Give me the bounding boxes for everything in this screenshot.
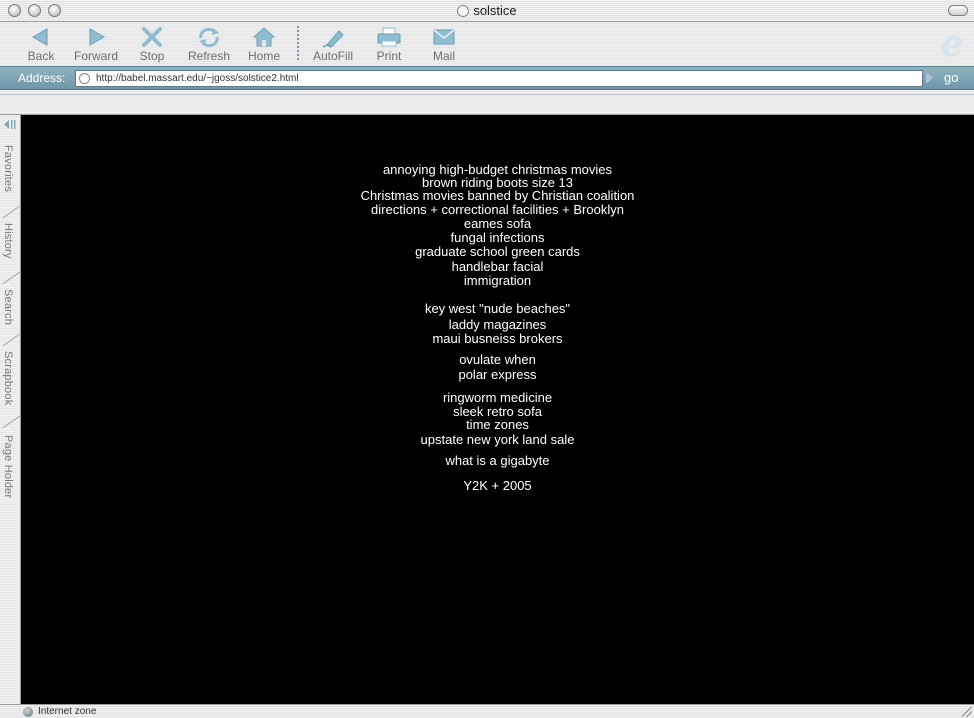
sidebar-tab-page-holder[interactable]: Page Holder: [2, 435, 18, 498]
stop-x-icon: [142, 27, 162, 47]
internet-zone-globe-icon: [23, 707, 33, 717]
query-line: fungal infections: [450, 230, 545, 245]
query-line: eames sofa: [463, 216, 532, 231]
query-line: ringworm medicine: [442, 390, 553, 405]
sidebar-tab-favorites[interactable]: Favorites: [2, 145, 18, 192]
query-line: laddy magazines: [448, 317, 547, 332]
stop-label: Stop: [139, 49, 165, 63]
home-button[interactable]: Home: [246, 24, 282, 64]
back-arrow-icon: [31, 28, 48, 46]
query-line: what is a gigabyte: [445, 453, 550, 468]
refresh-icon: [199, 27, 219, 48]
stop-button[interactable]: Stop: [136, 24, 168, 64]
printer-icon: [377, 27, 401, 47]
go-button[interactable]: go: [924, 67, 974, 89]
go-arrow-icon: [926, 72, 933, 84]
toolbar: Back Forward Stop Refresh Home AutoFill …: [0, 22, 974, 66]
sidebar-tab-label: Favorites: [2, 145, 14, 193]
sidebar-tab-scrapbook[interactable]: Scrapbook: [2, 351, 18, 405]
forward-button[interactable]: Forward: [72, 24, 120, 64]
forward-arrow-icon: [89, 28, 106, 46]
query-line: key west "nude beaches": [424, 301, 571, 316]
query-line: polar express: [458, 367, 537, 382]
status-bar: Internet zone: [0, 704, 974, 718]
window-title-text: solstice: [473, 3, 517, 18]
query-line: ovulate when: [459, 352, 536, 367]
page-globe-icon: [457, 5, 470, 17]
favorites-bar: [0, 90, 974, 115]
query-line: Christmas movies banned by Christian coa…: [360, 188, 635, 203]
resize-grip-icon[interactable]: [962, 707, 972, 717]
query-line: directions + correctional facilities + B…: [371, 202, 624, 217]
sidebar-tab-history[interactable]: History: [2, 223, 18, 259]
query-line: time zones: [466, 417, 529, 432]
title-bar: solstice: [0, 0, 974, 22]
status-text: Internet zone: [38, 706, 97, 717]
home-label: Home: [247, 49, 280, 63]
sidebar-tab-label: Search: [2, 289, 14, 326]
print-label: Print: [376, 49, 402, 63]
autofill-button[interactable]: AutoFill: [310, 24, 356, 64]
address-bar: Address: http://babel.massart.edu/~jgoss…: [0, 66, 974, 90]
url-globe-icon: [79, 73, 90, 84]
forward-label: Forward: [73, 49, 118, 63]
window-title: solstice: [0, 0, 974, 21]
toolbar-separator: [297, 26, 299, 60]
go-label: go: [944, 70, 959, 85]
back-button[interactable]: Back: [22, 24, 60, 64]
query-line: immigration: [463, 273, 532, 288]
query-line: Y2K + 2005: [463, 478, 532, 493]
address-url-text: http://babel.massart.edu/~jgoss/solstice…: [96, 73, 299, 84]
query-line: maui busneiss brokers: [432, 331, 563, 346]
query-line: upstate new york land sale: [420, 432, 575, 447]
sidebar-collapse-icon[interactable]: [3, 119, 17, 130]
favorites-bar-divider: [0, 94, 974, 95]
home-icon: [252, 27, 276, 47]
mail-label: Mail: [432, 49, 455, 63]
autofill-pen-icon: [322, 30, 344, 48]
ie-logo-icon: e: [941, 26, 964, 62]
autofill-label: AutoFill: [312, 49, 353, 63]
query-line: handlebar facial: [451, 259, 544, 274]
back-label: Back: [27, 49, 55, 63]
mail-envelope-icon: [433, 29, 455, 45]
sidebar-tab-label: Scrapbook: [2, 351, 14, 406]
print-button[interactable]: Print: [372, 24, 406, 64]
refresh-button[interactable]: Refresh: [186, 24, 232, 64]
address-label: Address:: [18, 71, 66, 85]
sidebar-tab-label: History: [2, 223, 14, 259]
page-content: annoying high-budget christmas movies br…: [21, 115, 974, 704]
sidebar-tab-label: Page Holder: [2, 435, 14, 499]
mail-button[interactable]: Mail: [428, 24, 460, 64]
sidebar-tab-search[interactable]: Search: [2, 289, 18, 325]
query-line: graduate school green cards: [415, 244, 580, 259]
explorer-sidebar: Favorites History Search Scrapbook Page …: [0, 115, 22, 704]
address-input[interactable]: http://babel.massart.edu/~jgoss/solstice…: [75, 70, 923, 87]
refresh-label: Refresh: [187, 49, 231, 63]
svg-text:e: e: [941, 26, 964, 62]
toolbar-toggle-button[interactable]: [948, 5, 968, 16]
